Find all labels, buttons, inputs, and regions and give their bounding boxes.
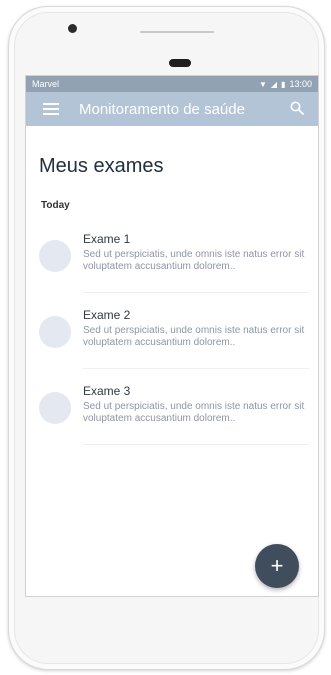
wifi-icon: ▼	[258, 79, 267, 89]
avatar	[39, 392, 71, 424]
menu-icon-line	[43, 103, 59, 105]
plus-icon: +	[270, 553, 284, 578]
page-title: Meus exames	[39, 155, 164, 177]
battery-icon: ▮	[281, 79, 286, 89]
exam-title: Exame 1	[83, 232, 131, 246]
exam-item-text: Exame 1 Sed ut perspiciatis, unde omnis …	[83, 232, 309, 293]
status-bar: Marvel ▼ ◢ ▮ 13:00	[26, 76, 318, 92]
exam-description: Sed ut perspiciatis, unde omnis iste nat…	[83, 325, 305, 348]
menu-icon-line	[43, 108, 59, 110]
app-title: Monitoramento de saúde	[79, 101, 245, 118]
exam-title: Exame 2	[83, 308, 131, 322]
status-carrier: Marvel	[32, 79, 60, 89]
exam-list-item[interactable]: Exame 3 Sed ut perspiciatis, unde omnis …	[26, 384, 318, 450]
signal-icon: ◢	[270, 79, 278, 89]
avatar	[39, 240, 71, 272]
phone-bottom-bezel	[25, 607, 319, 637]
exam-item-text: Exame 3 Sed ut perspiciatis, unde omnis …	[83, 384, 309, 445]
app-screen: Marvel ▼ ◢ ▮ 13:00 Monitoramento de saúd…	[25, 75, 319, 597]
earpiece	[169, 59, 191, 67]
speaker-grill	[140, 31, 214, 33]
exam-title: Exame 3	[83, 384, 131, 398]
section-label-today: Today	[41, 200, 70, 211]
menu-icon-line	[43, 113, 59, 115]
app-bar: Monitoramento de saúde	[26, 92, 318, 126]
exam-list-item[interactable]: Exame 2 Sed ut perspiciatis, unde omnis …	[26, 308, 318, 374]
avatar	[39, 316, 71, 348]
search-icon[interactable]	[290, 101, 304, 115]
status-icons: ▼ ◢ ▮ 13:00	[259, 79, 312, 89]
exam-list-item[interactable]: Exame 1 Sed ut perspiciatis, unde omnis …	[26, 232, 318, 298]
add-exam-button[interactable]: +	[255, 544, 299, 588]
front-camera	[68, 24, 77, 33]
exam-item-text: Exame 2 Sed ut perspiciatis, unde omnis …	[83, 308, 309, 369]
menu-icon[interactable]	[43, 103, 59, 115]
exam-description: Sed ut perspiciatis, unde omnis iste nat…	[83, 401, 305, 424]
exam-description: Sed ut perspiciatis, unde omnis iste nat…	[83, 249, 305, 272]
status-time: 13:00	[289, 79, 312, 89]
